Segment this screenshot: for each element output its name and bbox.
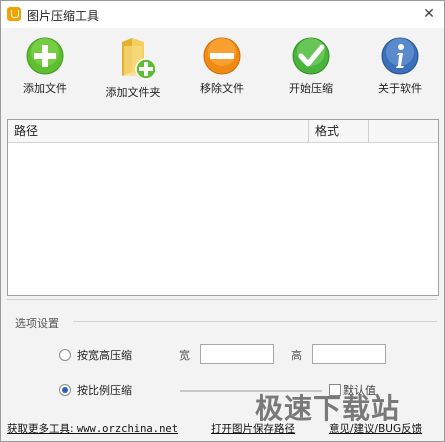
more-tools-text: 获取更多工具: — [7, 423, 74, 435]
remove-circle-icon — [203, 37, 241, 75]
column-header-path[interactable]: 路径 — [8, 120, 309, 142]
width-input[interactable] — [200, 344, 274, 364]
window-title: 图片压缩工具 — [27, 9, 100, 23]
options-group-title: 选项设置 — [15, 317, 59, 330]
about-button[interactable]: 关于软件 — [370, 36, 430, 96]
more-tools-link[interactable]: 获取更多工具: www.orzchina.net — [7, 421, 178, 436]
close-button[interactable]: ✕ — [418, 4, 440, 24]
add-circle-icon — [26, 37, 64, 75]
add-file-label: 添加文件 — [23, 82, 67, 95]
remove-file-label: 移除文件 — [200, 82, 244, 95]
compress-by-ratio-label: 按比例压缩 — [77, 384, 132, 397]
app-window: 图片压缩工具 ✕ 添加文件 添加文件夹 移除文件 开始压缩 关于软件 路径 格式… — [0, 0, 445, 442]
footer: 获取更多工具: www.orzchina.net 打开图片保存路径 意见/建议/… — [1, 413, 444, 441]
remove-file-button[interactable]: 移除文件 — [192, 36, 252, 96]
about-label: 关于软件 — [378, 82, 422, 95]
column-header-format[interactable]: 格式 — [309, 120, 369, 142]
app-logo-icon — [7, 7, 21, 21]
height-input[interactable] — [312, 344, 386, 364]
info-circle-icon — [381, 37, 419, 75]
compress-by-size-label: 按宽高压缩 — [77, 349, 132, 362]
check-circle-icon — [292, 37, 330, 75]
height-label: 高 — [291, 349, 302, 362]
start-compress-button[interactable]: 开始压缩 — [281, 36, 341, 96]
site-url: www.orzchina.net — [76, 423, 179, 435]
open-save-path-link[interactable]: 打开图片保存路径 — [211, 421, 295, 436]
add-folder-icon — [122, 38, 156, 80]
compress-by-ratio-radio[interactable] — [59, 384, 71, 396]
toolbar: 添加文件 添加文件夹 移除文件 开始压缩 关于软件 — [1, 28, 444, 100]
start-compress-label: 开始压缩 — [289, 82, 333, 95]
options-group-line — [73, 321, 437, 322]
feedback-link[interactable]: 意见/建议/BUG反馈 — [329, 421, 422, 436]
compress-by-size-radio[interactable] — [59, 349, 71, 361]
width-label: 宽 — [179, 349, 190, 362]
add-file-button[interactable]: 添加文件 — [15, 36, 75, 96]
add-folder-button[interactable]: 添加文件夹 — [101, 36, 165, 100]
add-folder-label: 添加文件夹 — [105, 86, 161, 99]
title-bar: 图片压缩工具 ✕ — [1, 1, 444, 28]
file-list[interactable]: 路径 格式 — [7, 119, 439, 296]
divider — [7, 299, 437, 300]
file-list-header: 路径 格式 — [8, 120, 438, 143]
